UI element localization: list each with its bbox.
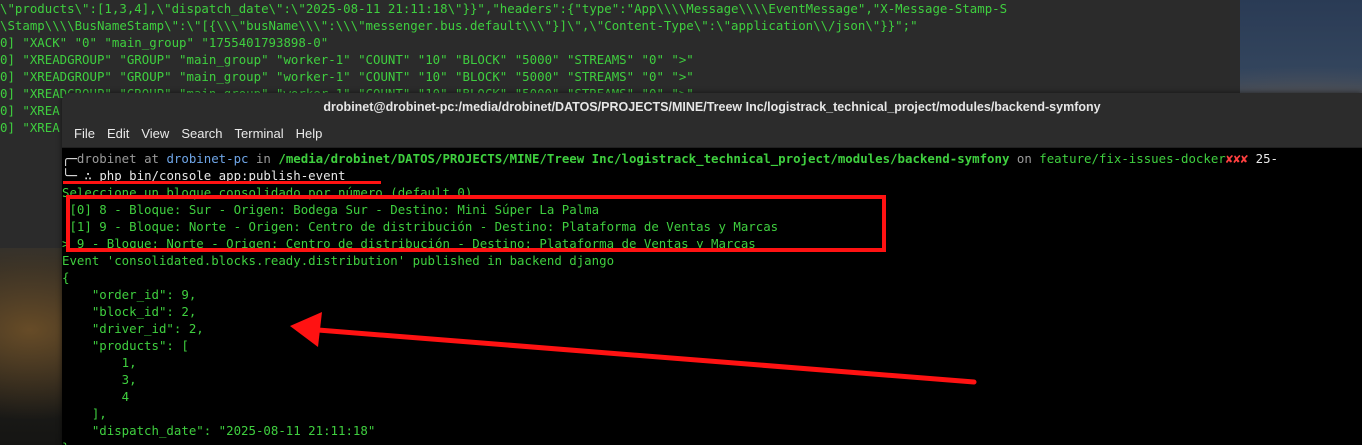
annotation-arrow xyxy=(290,312,977,385)
